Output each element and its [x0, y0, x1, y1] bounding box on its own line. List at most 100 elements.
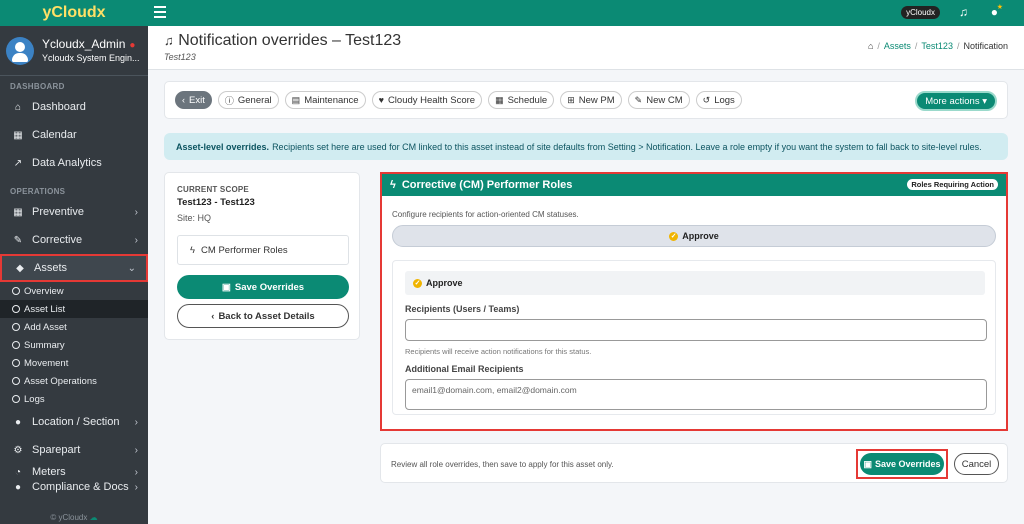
- sidebar-item-location[interactable]: ● Location / Section ›: [0, 408, 148, 436]
- chevron-right-icon: ›: [134, 416, 138, 428]
- sidebar-item-sparepart[interactable]: ⚙ Sparepart ›: [0, 436, 148, 464]
- sidebar-item-preventive[interactable]: ▦ Preventive ›: [0, 198, 148, 226]
- button-label: Exit: [189, 94, 205, 106]
- save-highlight: ▣ Save Overrides: [856, 449, 948, 479]
- circle-icon: [12, 377, 20, 385]
- breadcrumb: ⌂ / Assets / Test123/Notification: [867, 41, 1008, 51]
- button-label: New CM: [646, 94, 683, 106]
- bolt-icon: ϟ: [390, 179, 396, 191]
- save-icon: ▣: [221, 281, 231, 293]
- new-pm-button[interactable]: ⊞ New PM: [560, 91, 622, 109]
- page-subtitle: Test123: [164, 52, 196, 62]
- save-icon: ▣: [863, 458, 872, 469]
- sidebar-item-label: Preventive: [32, 206, 84, 218]
- chevron-right-icon: ›: [134, 481, 138, 493]
- sidebar-sub-label: Summary: [24, 339, 65, 351]
- cancel-button[interactable]: Cancel: [954, 453, 999, 475]
- card-description: Configure recipients for action-oriented…: [392, 210, 579, 219]
- cm-performer-roles-card: ϟ Corrective (CM) Performer Roles Roles R…: [380, 172, 1008, 431]
- new-cm-button[interactable]: ✎ New CM: [627, 91, 690, 109]
- schedule-button[interactable]: ▦ Schedule: [488, 91, 555, 109]
- circle-icon: [12, 305, 20, 313]
- menu-icon[interactable]: [154, 6, 166, 21]
- avatar: [6, 36, 34, 65]
- exit-button[interactable]: ‹ Exit: [175, 91, 212, 109]
- sidebar-sub-asset-list[interactable]: Asset List: [0, 300, 148, 318]
- sidebar-sub-label: Movement: [24, 357, 69, 369]
- sidebar-item-dashboard[interactable]: ⌂ Dashboard: [0, 93, 148, 121]
- back-to-asset-button[interactable]: ‹ Back to Asset Details: [177, 304, 349, 328]
- sidebar-sub-logs[interactable]: Logs: [0, 390, 148, 408]
- section-dashboard: DASHBOARD: [10, 82, 65, 91]
- logs-button[interactable]: ↺ Logs: [695, 91, 742, 109]
- check-circle-icon: ✓: [669, 231, 679, 241]
- chevron-down-icon: ⌄: [127, 262, 136, 274]
- tag-icon: ◆: [16, 262, 24, 274]
- sidebar-item-compliance[interactable]: ● Compliance & Docs ›: [0, 480, 148, 494]
- sidebar-sub-add-asset[interactable]: Add Asset: [0, 318, 148, 336]
- calendar-icon: ▦: [13, 206, 23, 218]
- sidebar-item-corrective[interactable]: ✎ Corrective ›: [0, 226, 148, 254]
- wrench-icon: ✎: [13, 234, 23, 246]
- sidebar-item-calendar[interactable]: ▦ Calendar: [0, 121, 148, 149]
- sidebar-sub-asset-operations[interactable]: Asset Operations: [0, 372, 148, 390]
- calendar-plus-icon: ⊞: [567, 94, 575, 105]
- footer-text: Review all role overrides, then save to …: [391, 460, 614, 469]
- sidebar-sub-summary[interactable]: Summary: [0, 336, 148, 354]
- action-toolbar: ‹ Exit ⓘ General ▤ Maintenance ♥ Cloudy Heal…: [164, 81, 1008, 119]
- button-label: Schedule: [507, 94, 548, 106]
- chevron-right-icon: ›: [134, 234, 138, 246]
- sidebar-item-label: Compliance & Docs: [32, 481, 129, 493]
- gauge-icon: ◔: [14, 466, 22, 478]
- sidebar-item-label: Data Analytics: [32, 157, 102, 169]
- user-role: Ycloudx System Engin...: [42, 52, 140, 63]
- maintenance-button[interactable]: ▤ Maintenance: [284, 91, 366, 109]
- sidebar-item-assets[interactable]: ◆ Assets ⌄: [0, 254, 148, 282]
- breadcrumb-assets[interactable]: Assets: [884, 41, 911, 51]
- info-icon: ⓘ: [224, 95, 234, 106]
- sidebar-item-analytics[interactable]: ↗ Data Analytics: [0, 149, 148, 177]
- user-menu-icon[interactable]: ● ★: [991, 4, 1003, 19]
- sidebar-sub-label: Asset Operations: [24, 375, 97, 387]
- scope-label: CURRENT SCOPE: [177, 185, 249, 194]
- calendar-icon: ▦: [495, 94, 504, 105]
- ycloud-badge[interactable]: yCloudx: [901, 6, 940, 19]
- recipients-label: Recipients (Users / Teams): [405, 304, 520, 314]
- info-bold: Asset-level overrides.: [176, 141, 270, 152]
- recipients-input[interactable]: [405, 319, 987, 341]
- scope-role-item[interactable]: ϟ CM Performer Roles: [177, 235, 349, 265]
- brand-logo[interactable]: yCloudx: [0, 0, 148, 26]
- sidebar-item-label: Corrective: [32, 234, 83, 246]
- email-textarea[interactable]: email1@domain.com, email2@domain.com: [405, 379, 987, 410]
- sidebar-item-label: Assets: [34, 262, 68, 274]
- button-label: New PM: [578, 94, 615, 106]
- chevron-right-icon: ›: [134, 206, 138, 218]
- save-overrides-button[interactable]: ▣ Save Overrides: [177, 275, 349, 299]
- sidebar-sub-overview[interactable]: Overview: [0, 282, 148, 300]
- sidebar-sub-movement[interactable]: Movement: [0, 354, 148, 372]
- card-title: Corrective (CM) Performer Roles: [401, 179, 573, 191]
- sidebar-item-label: Meters: [32, 466, 66, 478]
- general-button[interactable]: ⓘ General: [217, 91, 279, 109]
- info-text: Recipients set here are used for CM link…: [272, 141, 982, 152]
- more-actions-button[interactable]: More actions ▾: [915, 91, 997, 111]
- sidebar-sub-label: Asset List: [24, 303, 66, 315]
- card-header: ϟ Corrective (CM) Performer Roles Roles R…: [382, 174, 1006, 196]
- user-panel[interactable]: Ycloudx_Admin ● Ycloudx System Engin...: [0, 26, 148, 76]
- sidebar-sub-label: Add Asset: [24, 321, 67, 333]
- star-icon: ★: [996, 4, 1003, 11]
- breadcrumb-current: Notification: [963, 41, 1008, 51]
- save-overrides-button[interactable]: ▣ Save Overrides: [860, 453, 944, 475]
- status-tab-approve[interactable]: ✓ Approve: [392, 225, 996, 247]
- bell-icon[interactable]: ♫: [959, 5, 968, 19]
- health-score-button[interactable]: ♥ Cloudy Health Score: [371, 91, 483, 109]
- home-icon: ⌂: [14, 101, 22, 113]
- circle-icon: [12, 287, 20, 295]
- scope-role-label: CM Performer Roles: [201, 244, 288, 256]
- home-icon[interactable]: ⌂: [868, 41, 873, 51]
- chevron-left-icon: ‹: [211, 310, 215, 322]
- bell-icon: ♫: [164, 33, 174, 48]
- breadcrumb-asset[interactable]: Test123: [921, 41, 953, 51]
- sidebar-item-meters[interactable]: ◔ Meters ›: [0, 464, 148, 480]
- chevron-right-icon: ›: [134, 466, 138, 478]
